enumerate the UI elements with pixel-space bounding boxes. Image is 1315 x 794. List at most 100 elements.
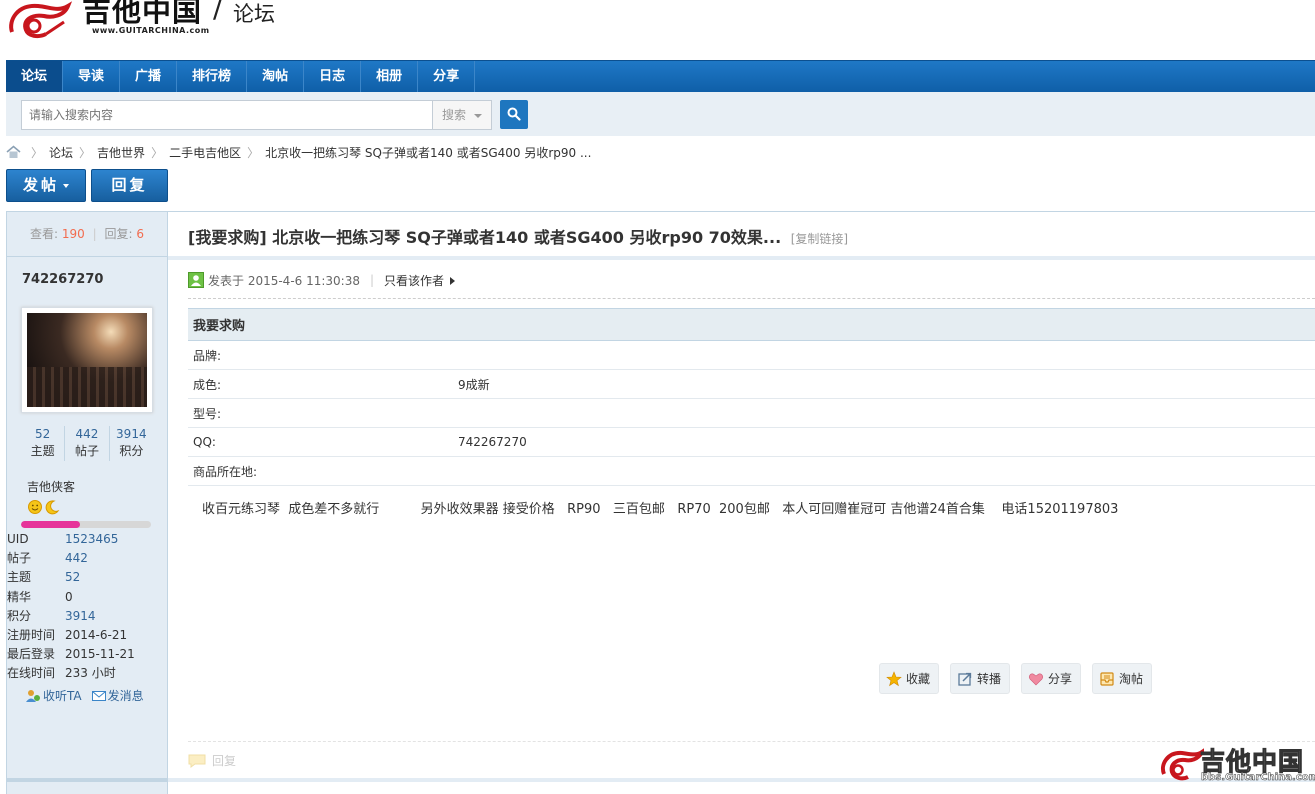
search-bar: 搜索 — [6, 92, 1315, 136]
author-only-label: 只看该作者 — [384, 273, 445, 288]
site-logo[interactable]: 吉他中国 / 论坛 www.GUITARCHINA.com — [6, 0, 296, 44]
profile-key: 最后登录 — [7, 647, 56, 662]
search-icon — [507, 107, 521, 121]
follow-label: 收听TA — [43, 689, 82, 703]
profile-key: 注册时间 — [7, 627, 56, 642]
field-value — [453, 456, 1315, 486]
stats-divider: | — [92, 227, 97, 241]
profile-row-registered: 注册时间 2014-6-21 — [7, 626, 167, 645]
nav-item-ranking[interactable]: 排行榜 — [177, 61, 248, 93]
home-icon[interactable] — [6, 145, 21, 159]
post-main: [我要求购] 北京收一把练习琴 SQ子弹或者140 或者SG400 另收rp90… — [168, 211, 1315, 794]
breadcrumb-guitar-world[interactable]: 吉他世界 — [97, 144, 145, 161]
profile-value: 0 — [65, 589, 73, 604]
breadcrumb-forum[interactable]: 论坛 — [49, 144, 73, 161]
count-label: 帖子 — [74, 444, 99, 458]
author-name[interactable]: 742267270 — [22, 272, 103, 287]
profile-key: 在线时间 — [7, 666, 56, 681]
profile-value[interactable]: 3914 — [65, 607, 96, 626]
sun-icon — [28, 500, 42, 514]
post-action-buttons: 收藏 转播 分享 淘帖 — [879, 663, 1153, 694]
profile-row-digest: 精华 0 — [7, 588, 167, 607]
profile-value[interactable]: 52 — [65, 568, 80, 587]
sidebar-bottom-rule — [6, 778, 168, 782]
avatar[interactable] — [21, 307, 153, 413]
watermark-url: bbs.GuitarChina.com — [1201, 772, 1315, 784]
author-counts: 52 主题 442 帖子 3914 积分 — [21, 426, 153, 461]
post-bottom-rule — [168, 778, 1315, 782]
count-label: 积分 — [119, 444, 144, 458]
favorite-button[interactable]: 收藏 — [879, 663, 940, 694]
profile-row-posts: 帖子 442 — [7, 549, 167, 568]
taotie-button[interactable]: 淘帖 — [1092, 663, 1153, 694]
level-progress-fill — [21, 521, 80, 528]
watermark: 吉他中国 bbs.GuitarChina.com — [1160, 744, 1315, 786]
search-input[interactable] — [21, 100, 432, 130]
follow-link[interactable]: 收听TA — [25, 687, 82, 704]
reply-label: 回复 — [111, 176, 148, 194]
count-points[interactable]: 3914 积分 — [110, 426, 153, 461]
replies-count: 6 — [136, 227, 144, 241]
nav-item-guide[interactable]: 导读 — [63, 61, 121, 93]
table-row: 成色: 9成新 — [188, 369, 1315, 399]
profile-key: 主题 — [7, 570, 32, 585]
search-type-select[interactable]: 搜索 — [432, 100, 492, 130]
chevron-down-icon — [63, 183, 69, 188]
usergroup-link[interactable]: 吉他侠客 — [27, 478, 75, 495]
quick-reply-link[interactable]: 回复 — [188, 752, 236, 769]
new-post-button[interactable]: 发帖 — [6, 169, 86, 202]
thread-stats: 查看: 190 | 回复: 6 — [7, 212, 167, 257]
title-divider — [168, 256, 1315, 260]
avatar-image — [27, 313, 147, 407]
level-progress-bar — [21, 521, 151, 528]
author-sidebar: 查看: 190 | 回复: 6 742267270 52 主题 442 帖子 3… — [6, 211, 168, 794]
profile-key: 积分 — [7, 608, 32, 623]
reply-button[interactable]: 回复 — [91, 169, 168, 202]
count-posts[interactable]: 442 帖子 — [65, 426, 110, 461]
moon-icon — [45, 500, 60, 515]
level-icons — [27, 499, 60, 515]
guitar-logo-icon — [9, 1, 73, 39]
breadcrumb-separator: 〉 — [247, 145, 260, 160]
send-message-link[interactable]: 发消息 — [91, 687, 144, 704]
favorite-label: 收藏 — [906, 672, 931, 686]
guitar-logo-icon — [1161, 748, 1204, 781]
count-number: 52 — [35, 427, 51, 441]
online-user-icon — [188, 272, 204, 288]
field-key: 型号: — [188, 398, 453, 428]
breadcrumb: 〉 论坛 〉 吉他世界 〉 二手电吉他区 〉 北京收一把练习琴 SQ子弹或者14… — [6, 144, 591, 160]
copy-link-button[interactable]: [复制链接] — [791, 232, 848, 246]
search-button[interactable] — [500, 100, 528, 129]
profile-value: 2014-6-21 — [65, 627, 128, 642]
author-actions: 收听TA 发消息 — [25, 687, 144, 704]
post-meta: 发表于 2015-4-6 11:30:38 | 只看该作者 — [188, 272, 456, 289]
profile-row-topics: 主题 52 — [7, 568, 167, 587]
nav-item-share[interactable]: 分享 — [418, 61, 476, 93]
rebroadcast-button[interactable]: 转播 — [950, 663, 1011, 694]
nav-item-collection[interactable]: 淘帖 — [247, 61, 305, 93]
share-button[interactable]: 分享 — [1021, 663, 1082, 694]
field-value: 742267270 — [453, 427, 1315, 457]
nav-item-blog[interactable]: 日志 — [304, 61, 362, 93]
count-topics[interactable]: 52 主题 — [21, 426, 66, 461]
breadcrumb-thread[interactable]: 北京收一把练习琴 SQ子弹或者140 或者SG400 另收rp90 ... — [265, 144, 591, 161]
field-key: 商品所在地: — [188, 456, 453, 486]
profile-key: 帖子 — [7, 551, 32, 566]
profile-value[interactable]: 1523465 — [65, 530, 118, 549]
profile-row-last-login: 最后登录 2015-11-21 — [7, 645, 167, 664]
nav-item-forum[interactable]: 论坛 — [6, 61, 64, 93]
profile-value[interactable]: 442 — [65, 549, 88, 568]
count-label: 主题 — [30, 444, 55, 458]
message-label: 发消息 — [107, 689, 144, 703]
table-row: 品牌: — [188, 340, 1315, 370]
views-count: 190 — [61, 227, 85, 241]
nav-item-album[interactable]: 相册 — [361, 61, 419, 93]
search-type-label: 搜索 — [442, 108, 467, 122]
author-only-link[interactable]: 只看该作者 — [384, 272, 456, 289]
breadcrumb-used-electric[interactable]: 二手电吉他区 — [169, 144, 241, 161]
table-row: 商品所在地: — [188, 456, 1315, 486]
nav-item-broadcast[interactable]: 广播 — [120, 61, 178, 93]
field-value — [453, 398, 1315, 428]
table-row: QQ: 742267270 — [188, 427, 1315, 457]
replies-label: 回复: — [104, 227, 133, 241]
